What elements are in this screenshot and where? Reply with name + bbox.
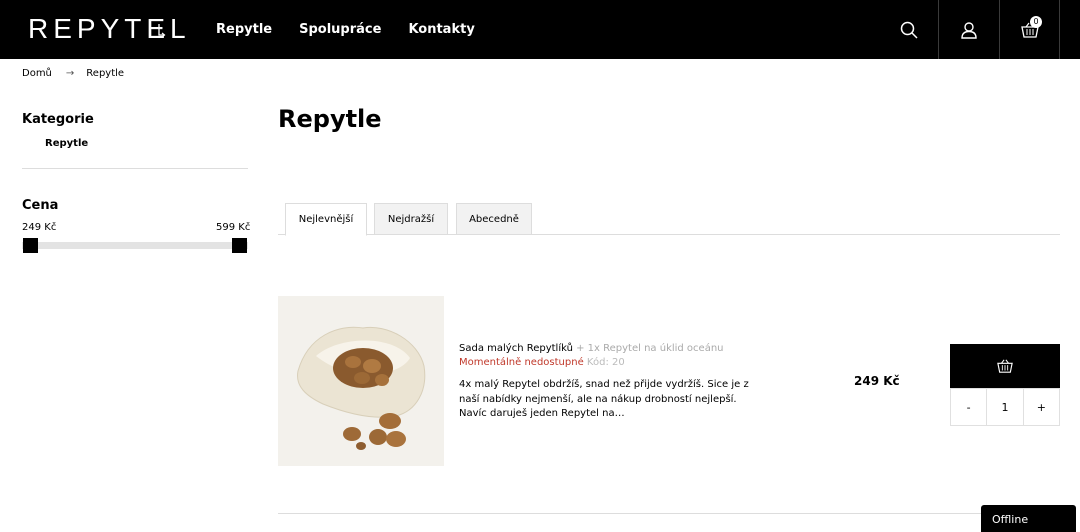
qty-minus-button[interactable]: -: [951, 389, 986, 425]
qty-input[interactable]: 1: [986, 389, 1024, 425]
sort-tabs: Nejlevnější Nejdražší Abecedně: [278, 203, 1060, 236]
cart-count-badge: 0: [1030, 16, 1042, 28]
account-button[interactable]: [939, 0, 999, 59]
category-item-repytle[interactable]: Repytle: [45, 138, 88, 149]
availability-status: Momentálně nedostupné: [459, 357, 584, 368]
header-divider: [1059, 0, 1060, 59]
main-nav: Repytle Spolupráce Kontakty: [216, 21, 502, 38]
nav-item-repytle[interactable]: Repytle: [216, 21, 272, 38]
product-code: Kód: 20: [583, 357, 625, 368]
user-icon: [961, 21, 977, 39]
arrow-right-icon: →: [65, 68, 75, 79]
breadcrumb-current: Repytle: [86, 68, 125, 79]
product-bag-illustration: [278, 296, 444, 466]
search-icon: [900, 21, 918, 39]
breadcrumb: Domů → Repytle: [22, 68, 124, 79]
quantity-stepper: - 1 +: [950, 388, 1060, 426]
categories-heading: Kategorie: [22, 112, 94, 127]
site-header: REPYTEL Repytle Spolupráce Kontakty 0: [0, 0, 1080, 59]
price-max-label: 599 Kč: [216, 222, 251, 233]
price-slider-max-handle[interactable]: [232, 238, 247, 253]
search-button[interactable]: [880, 0, 938, 59]
tab-nejlevnejsi[interactable]: Nejlevnější: [285, 203, 367, 236]
sidebar-divider: [22, 168, 248, 169]
price-heading: Cena: [22, 198, 59, 213]
cart-button[interactable]: [1000, 0, 1059, 59]
tab-nejdrazsi[interactable]: Nejdražší: [374, 203, 448, 235]
price-slider-min-handle[interactable]: [23, 238, 38, 253]
tab-abecedne[interactable]: Abecedně: [456, 203, 532, 235]
product-description: 4x malý Repytel obdržíš, snad než přijde…: [459, 379, 749, 419]
product-name-extra: + 1x Repytel na úklid oceánu: [572, 343, 724, 354]
price-slider-track[interactable]: [22, 242, 248, 249]
logo-arrow-icon: [158, 24, 166, 38]
nav-item-spoluprace[interactable]: Spolupráce: [299, 21, 381, 38]
product-price: 249 Kč: [854, 374, 900, 388]
product-image[interactable]: [278, 296, 444, 466]
breadcrumb-home[interactable]: Domů: [22, 68, 52, 79]
product-name[interactable]: Sada malých Repytlíků + 1x Repytel na úk…: [459, 343, 724, 354]
add-to-cart-button[interactable]: [950, 344, 1060, 388]
cart-icon: [997, 359, 1013, 373]
nav-item-kontakty[interactable]: Kontakty: [408, 21, 474, 38]
qty-plus-button[interactable]: +: [1024, 389, 1059, 425]
site-logo[interactable]: REPYTEL: [28, 14, 191, 44]
product-name-main[interactable]: Sada malých Repytlíků: [459, 343, 573, 354]
product-divider: [278, 513, 1060, 514]
chat-status-button[interactable]: Offline: [981, 505, 1076, 532]
price-min-label: 249 Kč: [22, 222, 57, 233]
product-availability: Momentálně nedostupné Kód: 20: [459, 357, 625, 368]
page-title: Repytle: [278, 105, 382, 133]
